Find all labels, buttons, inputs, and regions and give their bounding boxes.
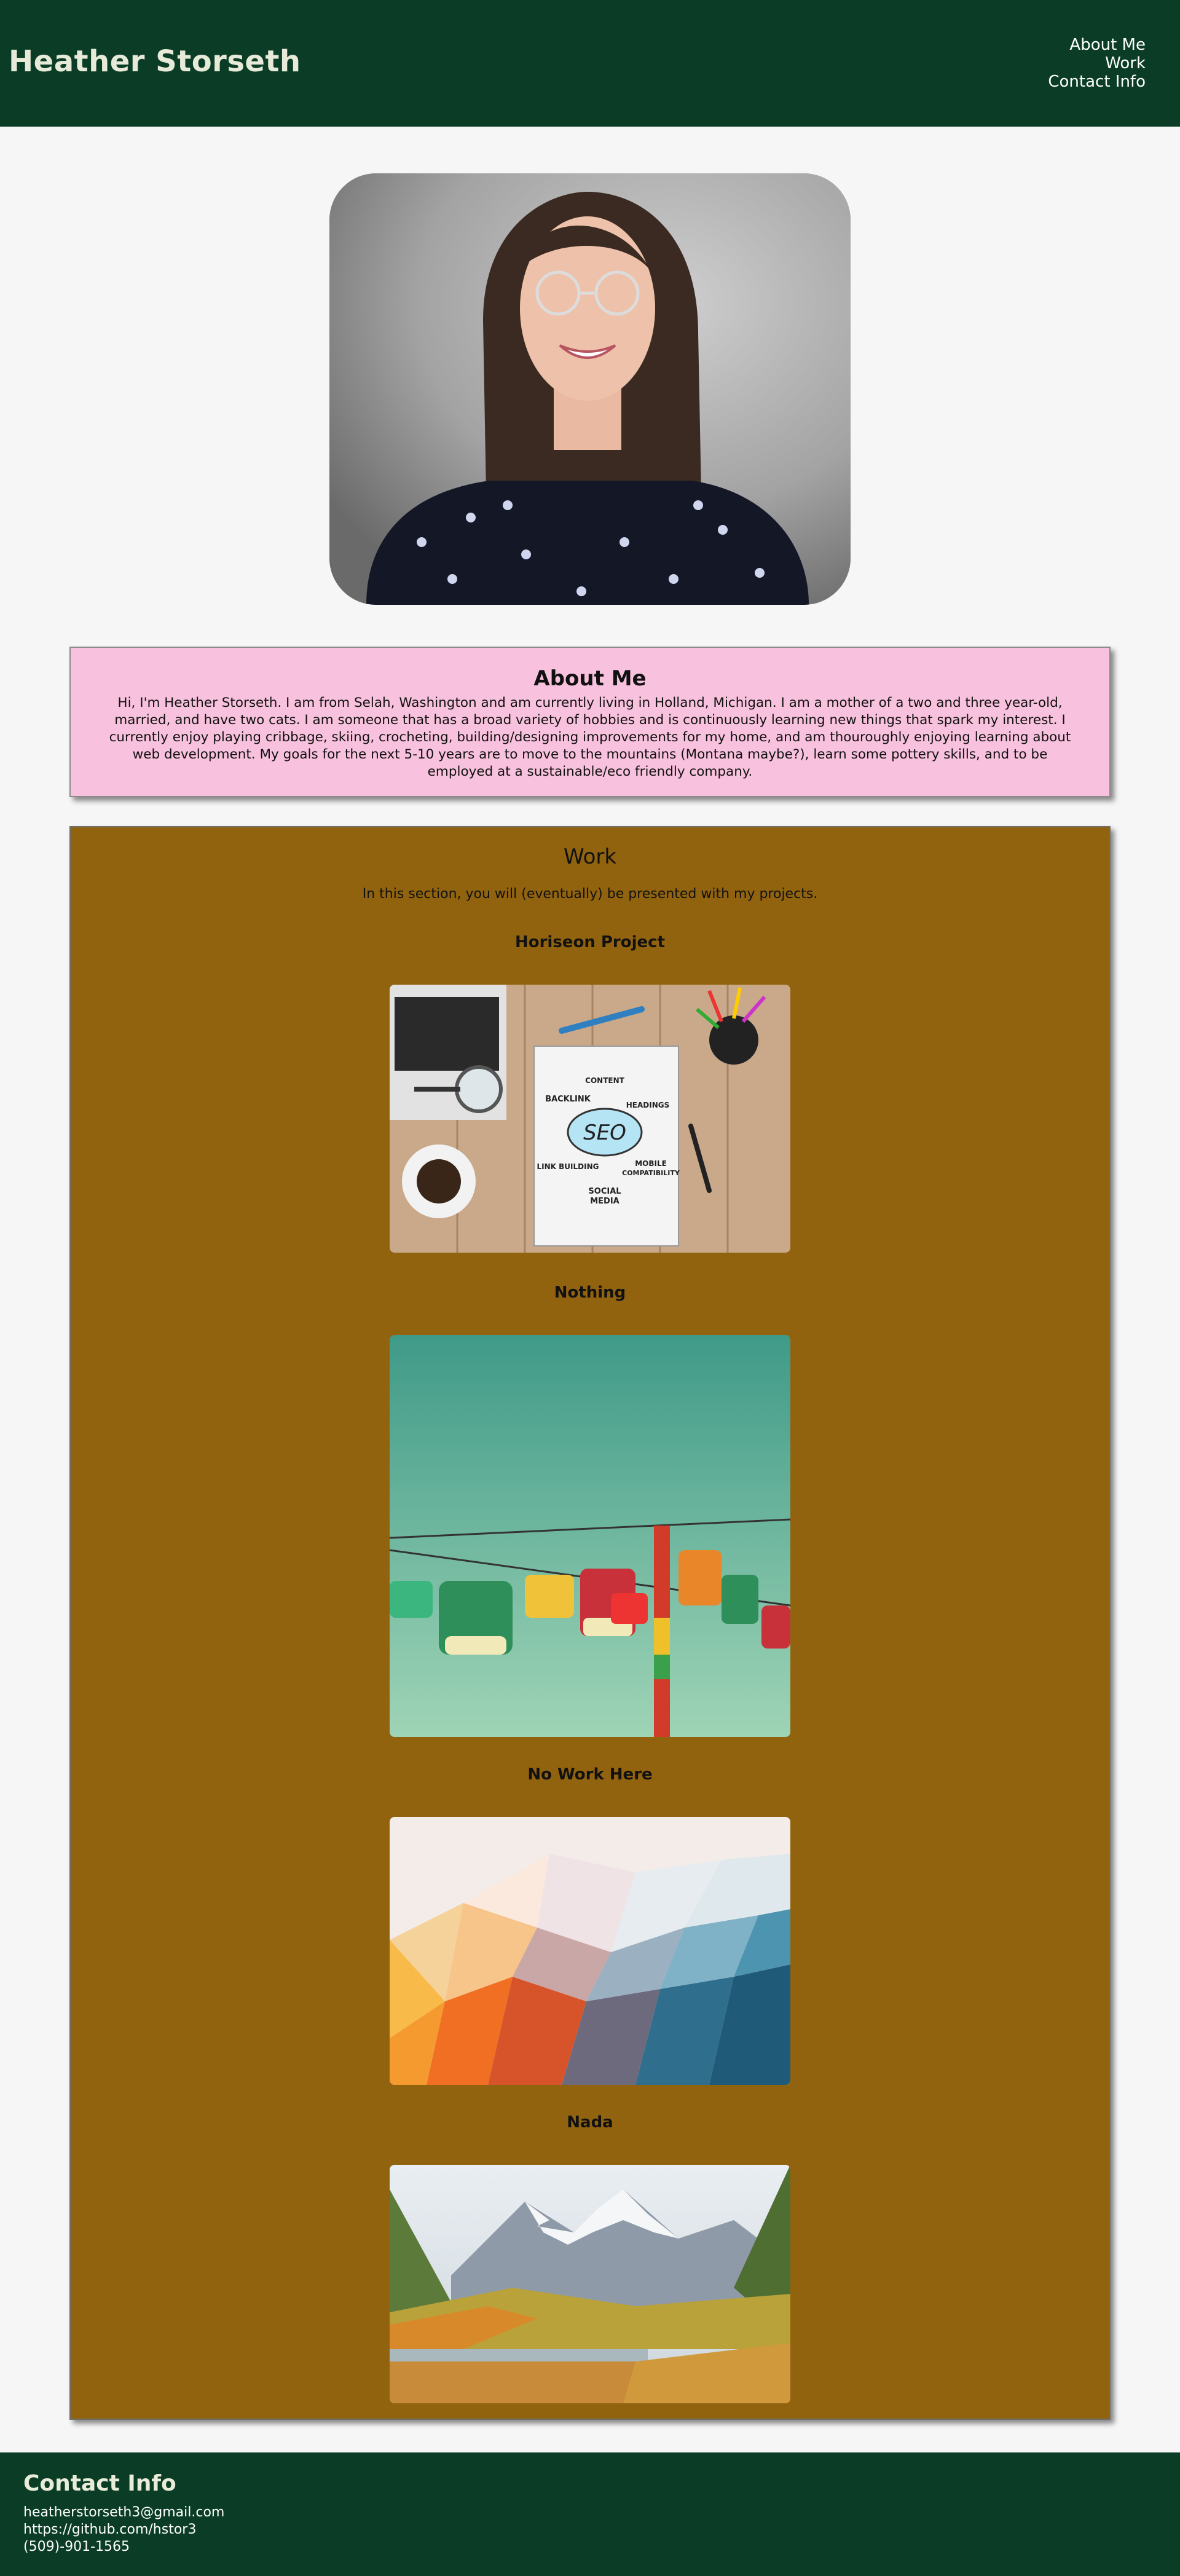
contact-phone: (509)-901-1565 [23,2539,130,2554]
svg-text:SOCIAL: SOCIAL [588,1187,621,1196]
project-image-nothing[interactable] [390,1335,790,1737]
svg-text:MOBILE: MOBILE [635,1159,667,1168]
project-title-no-work-here: No Work Here [527,1765,653,1784]
site-header: Heather Storseth About Me Work Contact I… [0,0,1180,127]
profile-photo [329,173,851,605]
low-poly-icon [390,1817,790,2085]
portrait-photo-icon [329,173,851,605]
contact-title: Contact Info [23,2471,176,2496]
site-footer: Contact Info heatherstorseth3@gmail.com … [0,2452,1180,2576]
about-text: Hi, I'm Heather Storseth. I am from Sela… [109,695,1071,779]
work-section: Work In this section, you will (eventual… [69,826,1111,2420]
svg-text:MEDIA: MEDIA [590,1197,620,1206]
site-title: Heather Storseth [9,44,301,79]
about-section: About Me Hi, I'm Heather Storseth. I am … [69,647,1111,797]
top-nav: About Me Work Contact Info [1048,36,1146,91]
contact-email[interactable]: heatherstorseth3@gmail.com [23,2504,224,2521]
mountain-landscape-icon [390,2165,790,2403]
svg-text:CONTENT: CONTENT [585,1076,624,1085]
project-image-horiseon[interactable]: SEO CONTENT BACKLINK HEADINGS LINK BUILD… [390,985,790,1253]
work-intro: In this section, you will (eventually) b… [362,886,818,902]
seo-notebook-icon: SEO CONTENT BACKLINK HEADINGS LINK BUILD… [390,985,790,1253]
about-title: About Me [533,666,647,691]
nav-link-work[interactable]: Work [1105,54,1146,73]
nav-link-about-me[interactable]: About Me [1069,36,1146,54]
seo-center-text: SEO [583,1121,626,1145]
svg-text:COMPATIBILITY: COMPATIBILITY [622,1169,680,1177]
project-image-nada[interactable] [390,2165,790,2403]
svg-text:HEADINGS: HEADINGS [626,1101,670,1109]
project-title-nada: Nada [567,2113,613,2132]
contact-github[interactable]: https://github.com/hstor3 [23,2521,196,2539]
svg-text:LINK BUILDING: LINK BUILDING [537,1162,599,1171]
chairlift-icon [390,1335,790,1737]
project-title-nothing: Nothing [554,1283,626,1302]
nav-link-contact-info[interactable]: Contact Info [1048,73,1146,91]
project-image-no-work-here[interactable] [390,1817,790,2085]
project-title-horiseon: Horiseon Project [514,933,666,951]
work-title: Work [563,845,617,869]
svg-text:BACKLINK: BACKLINK [545,1095,591,1104]
